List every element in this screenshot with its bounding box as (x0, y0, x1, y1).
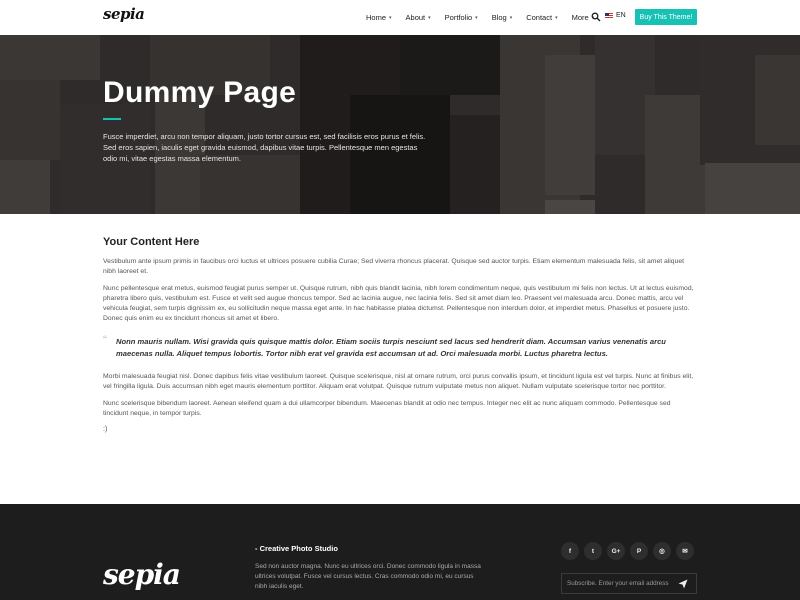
email-icon[interactable]: ✉ (676, 542, 694, 560)
page-title: Dummy Page (103, 76, 297, 109)
chevron-down-icon: ▾ (555, 14, 558, 21)
search-icon[interactable] (591, 12, 601, 22)
nav-item-portfolio[interactable]: Portfolio ▾ (445, 13, 478, 22)
content-paragraph: Nunc scelerisque bibendum laoreet. Aenea… (103, 400, 671, 417)
social-links: f t G+ P ◎ ✉ (561, 542, 699, 560)
hero-description: Fusce imperdiet, arcu non tempor aliquam… (103, 132, 426, 163)
hero-background (0, 35, 800, 214)
pinterest-icon[interactable]: P (630, 542, 648, 560)
footer-description: Sed non auctor magna. Nunc eu ultrices o… (255, 563, 481, 590)
chevron-down-icon: ▾ (428, 14, 431, 21)
hero-banner: Dummy Page Fusce imperdiet, arcu non tem… (0, 35, 800, 214)
nav-item-blog[interactable]: Blog ▾ (492, 13, 513, 22)
quote-icon: “ (103, 333, 107, 347)
nav-label: More (571, 13, 589, 22)
dribbble-icon[interactable]: ◎ (653, 542, 671, 560)
send-icon[interactable] (678, 579, 688, 589)
content-paragraph: Nunc pellentesque erat metus, euismod fe… (103, 285, 694, 322)
chevron-down-icon: ▾ (389, 14, 392, 21)
title-underline (103, 118, 121, 120)
main-content: Your Content Here Vestibulum ante ipsum … (103, 236, 697, 433)
site-header: sepia Home ▾ About ▾ Portfolio ▾ Blog ▾ Cont… (0, 0, 800, 35)
language-label: EN (616, 12, 626, 19)
nav-item-about[interactable]: About ▾ (406, 13, 431, 22)
nav-label: About (405, 13, 426, 22)
buy-theme-button[interactable]: Buy This Theme! (635, 9, 697, 25)
nav-label: Home (366, 13, 387, 22)
footer-logo[interactable]: sepia (103, 558, 181, 591)
content-paragraph: Vestibulum ante ipsum primis in faucibus… (103, 258, 685, 275)
chevron-down-icon: ▾ (475, 14, 478, 21)
footer-tagline: - Creative Photo Studio (255, 544, 338, 553)
blockquote: “ Nonn mauris nullam. Wisi gravida quis … (103, 333, 697, 360)
site-footer: sepia - Creative Photo Studio Sed non au… (0, 504, 800, 600)
flag-icon (605, 13, 613, 18)
nav-item-home[interactable]: Home ▾ (366, 13, 392, 22)
content-heading: Your Content Here (103, 236, 200, 248)
site-logo[interactable]: sepia (103, 5, 145, 23)
nav-label: Contact (526, 13, 553, 22)
nav-item-contact[interactable]: Contact ▾ (526, 13, 557, 22)
nav-label: Portfolio (444, 13, 473, 22)
content-paragraph: Morbi malesuada feugiat nisl. Donec dapi… (103, 373, 694, 390)
main-nav: Home ▾ About ▾ Portfolio ▾ Blog ▾ Contact ▾ M… (366, 0, 608, 35)
facebook-icon[interactable]: f (561, 542, 579, 560)
chevron-down-icon: ▾ (509, 14, 513, 21)
google-plus-icon[interactable]: G+ (607, 542, 625, 560)
language-selector[interactable]: EN (605, 12, 626, 19)
smiley-text: :) (103, 426, 108, 433)
nav-label: Blog (491, 13, 507, 22)
subscribe-email-input[interactable] (562, 580, 672, 587)
twitter-icon[interactable]: t (584, 542, 602, 560)
subscribe-form (561, 573, 697, 594)
quote-text: Nonn mauris nullam. Wisi gravida quis qu… (116, 337, 666, 358)
